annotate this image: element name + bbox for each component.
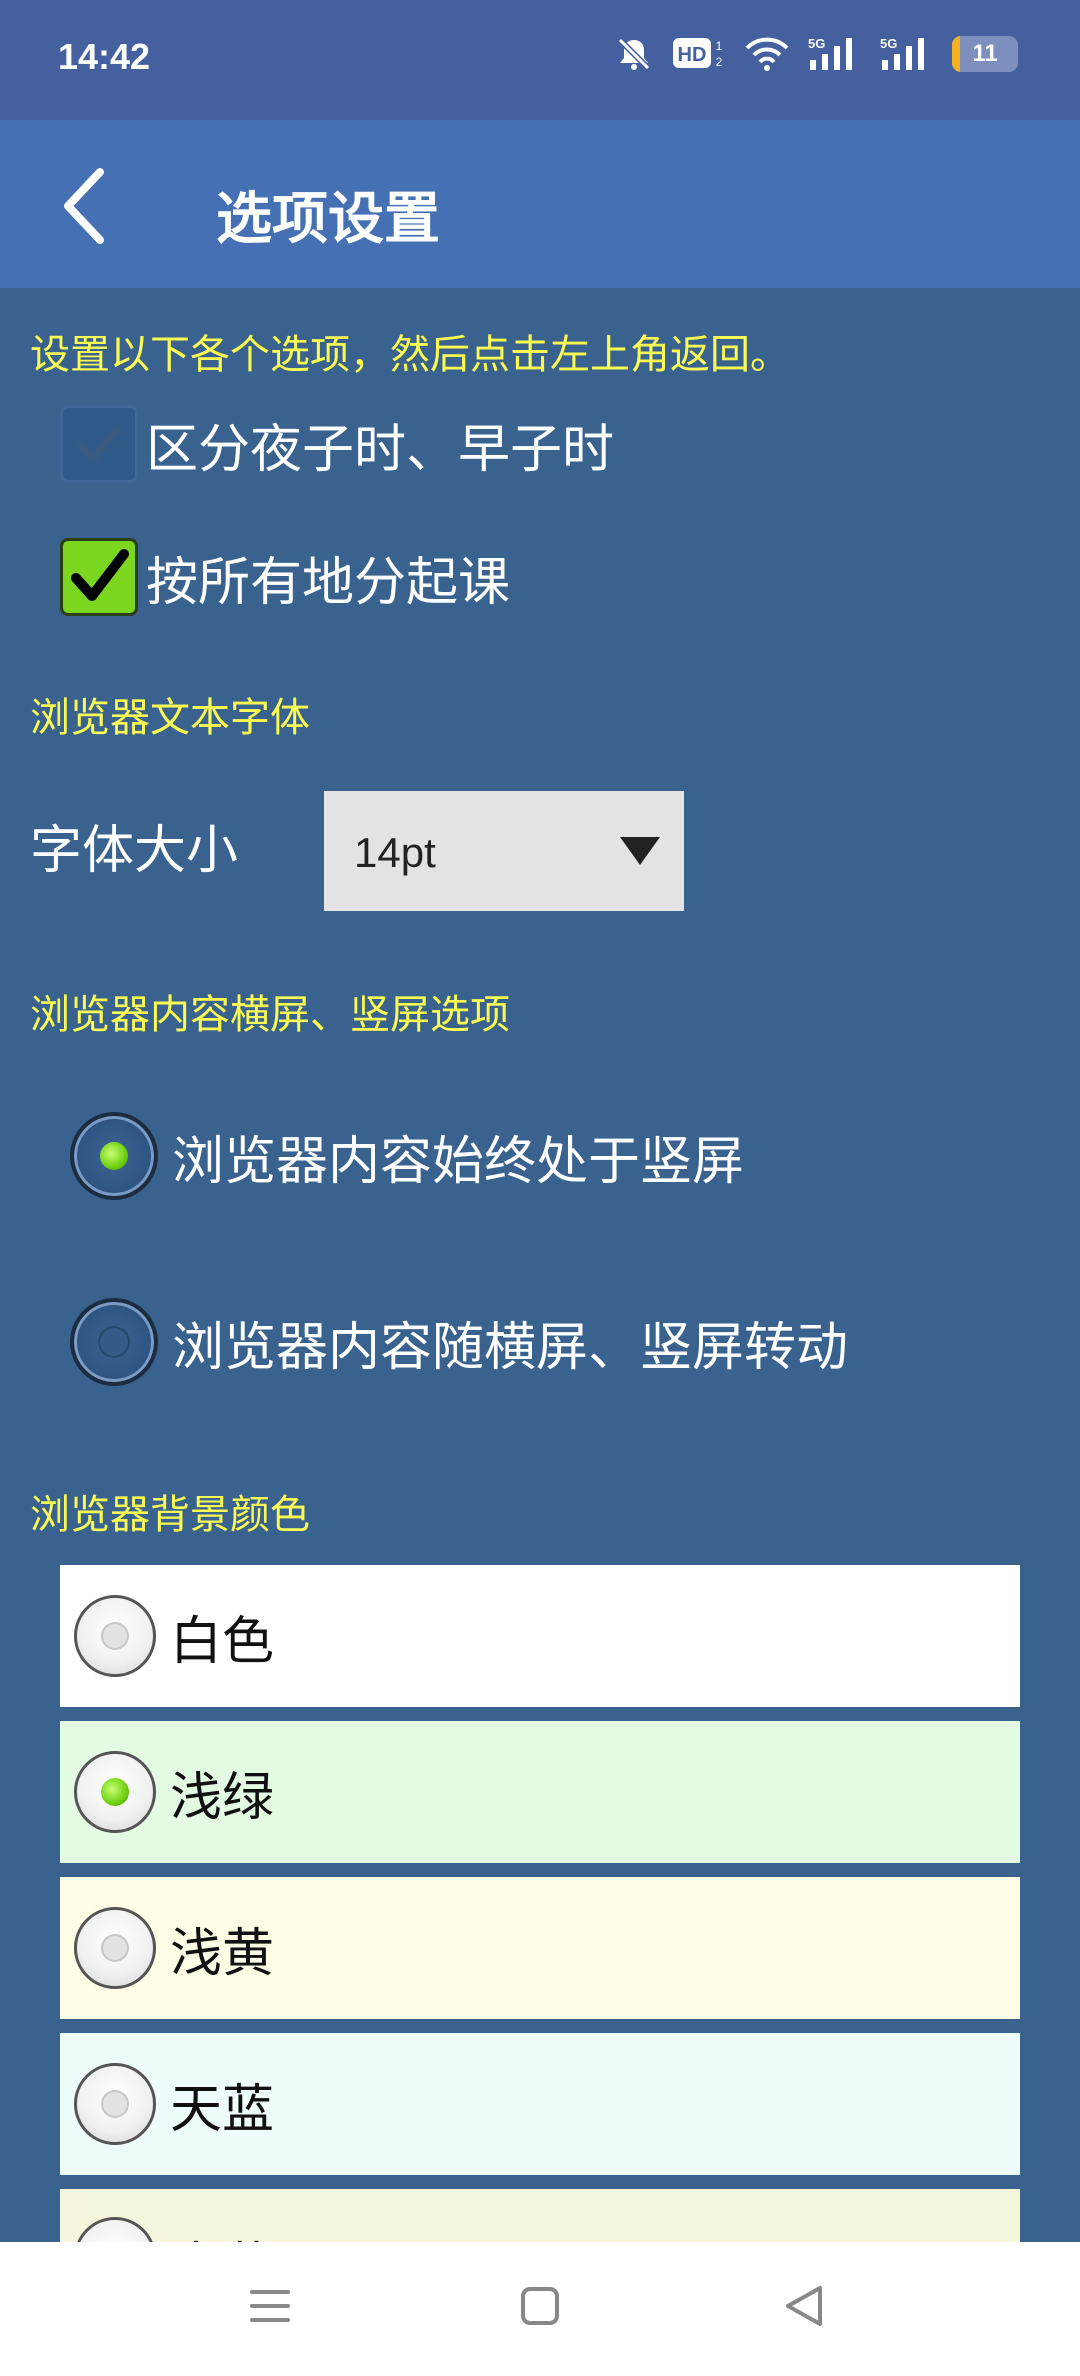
wifi-icon [744,34,790,74]
radio-button[interactable] [74,2217,156,2242]
nav-back-button[interactable] [782,2284,826,2332]
svg-text:1: 1 [716,39,723,53]
section-heading-font: 浏览器文本字体 [30,695,310,741]
radio-label: 浏览器内容始终处于竖屏 [172,1131,745,1192]
color-label: 浅黄 [170,1923,275,1984]
color-label: 浅绿 [170,1767,275,1828]
svg-text:5G: 5G [808,36,825,51]
checkbox-night-hour[interactable] [60,405,138,483]
radio-button[interactable] [74,2063,156,2145]
back-button[interactable] [50,160,130,250]
color-option-sky-blue[interactable]: 天蓝 [60,2033,1020,2175]
home-button[interactable] [518,2284,562,2332]
radio-button[interactable] [74,1595,156,1677]
radio-option-rotate[interactable]: 浏览器内容随横屏、竖屏转动 [70,1298,848,1386]
radio-option-portrait[interactable]: 浏览器内容始终处于竖屏 [70,1112,744,1200]
intro-text: 设置以下各个选项，然后点击左上角返回。 [30,332,790,378]
chevron-left-icon [64,168,104,244]
dropdown-value: 14pt [354,829,436,876]
checkbox-label: 按所有地分起课 [146,552,511,613]
radio-label: 浏览器内容随横屏、竖屏转动 [172,1317,849,1378]
system-nav-bar [0,2242,1080,2376]
color-option-light-yellow[interactable]: 浅黄 [60,1877,1020,2019]
status-time: 14:42 [58,36,151,77]
svg-text:HD: HD [678,44,707,66]
color-label: 天蓝 [170,2079,275,2140]
battery-icon: 11 [952,36,1018,72]
checkbox-location[interactable] [60,538,138,616]
bell-off-icon [614,34,654,74]
font-size-dropdown[interactable]: 14pt [324,791,684,911]
hd-icon: HD 1 2 [672,34,726,74]
menu-button[interactable] [248,2284,292,2332]
svg-text:5G: 5G [880,36,897,51]
section-heading-background: 浏览器背景颜色 [30,1492,310,1538]
app-bar: 选项设置 [0,120,1080,288]
battery-level: 11 [972,40,998,67]
home-icon [521,2287,559,2325]
radio-button[interactable] [70,1112,158,1200]
checkmark-icon [71,549,129,601]
status-bar: 14:42 HD 1 2 5G 5G 11 [0,0,1080,120]
color-option-white[interactable]: 白色 [60,1565,1020,1707]
radio-button[interactable] [70,1298,158,1386]
color-option-light-green[interactable]: 浅绿 [60,1721,1020,1863]
color-label: 米黄 [170,2225,274,2242]
caret-down-icon [620,837,660,865]
menu-icon [250,2290,290,2322]
signal-5g-icon: 5G [808,34,862,74]
radio-button[interactable] [74,1751,156,1833]
color-label: 白色 [170,1611,275,1672]
signal-5g-icon: 5G [880,34,934,74]
checkmark-icon [77,426,121,462]
svg-text:2: 2 [716,55,723,69]
checkbox-row-night-hour[interactable]: 区分夜子时、早子时 [60,405,614,483]
section-heading-orientation: 浏览器内容横屏、竖屏选项 [30,992,510,1038]
page-title: 选项设置 [216,187,440,252]
checkbox-row-location[interactable]: 按所有地分起课 [60,538,510,616]
color-option-beige[interactable]: 米黄 [60,2189,1020,2242]
radio-button[interactable] [74,1907,156,1989]
status-icons: HD 1 2 5G 5G 11 [614,34,1018,74]
back-icon [786,2286,822,2326]
font-size-label: 字体大小 [30,821,239,881]
checkbox-label: 区分夜子时、早子时 [146,419,615,480]
